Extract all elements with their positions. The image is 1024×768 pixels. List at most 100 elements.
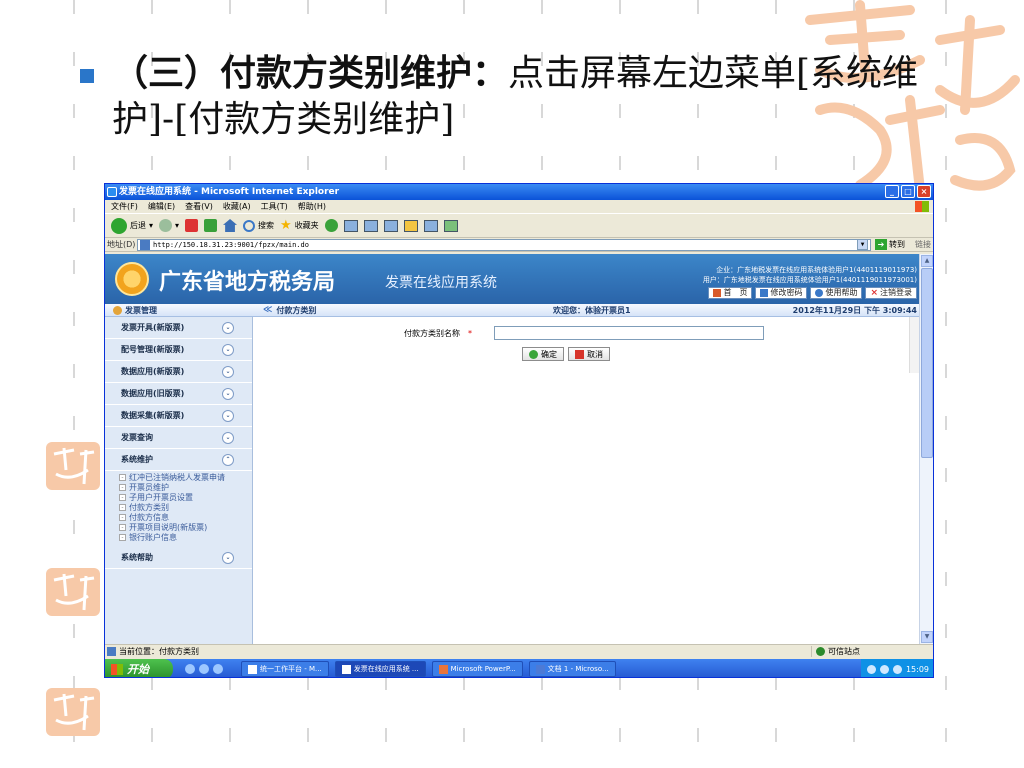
address-dropdown-icon[interactable]: ▼ <box>857 239 868 250</box>
menu-file[interactable]: 文件(F) <box>111 201 138 212</box>
scroll-thumb[interactable] <box>921 268 933 458</box>
system-maintenance-submenu: - 红冲已注销纳税人发票申请 - 开票员维护 - 子用户开票员设置 - 付款方类别 -付… <box>105 471 252 547</box>
links-label[interactable]: 链接 <box>909 239 931 250</box>
menu-group-data-collection[interactable]: 数据采集(新版票) ⌄ <box>105 405 252 427</box>
network-icon[interactable] <box>879 664 889 674</box>
menu-help[interactable]: 帮助(H) <box>298 201 326 212</box>
home-page-button[interactable]: 首 页 <box>708 287 753 299</box>
menu-group-number-allocation[interactable]: 配号管理(新版票) ⌄ <box>105 339 252 361</box>
menu-tools[interactable]: 工具(T) <box>261 201 288 212</box>
collapse-arrow-icon[interactable]: ≪ <box>263 305 272 315</box>
menu-group-system-maintenance[interactable]: 系统维护 ⌃ <box>105 449 252 471</box>
messenger-icon[interactable] <box>443 219 458 232</box>
submenu-item[interactable]: - 子用户开票员设置 <box>119 493 239 503</box>
required-mark: * <box>468 328 472 338</box>
close-button[interactable]: × <box>917 185 931 198</box>
submenu-label: 银行账户信息 <box>129 533 177 542</box>
taskbar-item[interactable]: 文档 1 - Microso... <box>528 661 616 677</box>
system-name: 发票在线应用系统 <box>385 275 497 291</box>
go-arrow-icon: ➔ <box>875 239 887 250</box>
address-input[interactable]: http://150.18.31.23:9001/fpzx/main.do ▼ <box>137 238 871 251</box>
expand-icon: ⌄ <box>222 551 234 564</box>
submenu-item-payer-category[interactable]: - 付款方类别 <box>119 503 239 513</box>
scroll-up-icon[interactable]: ▲ <box>921 255 933 267</box>
maximize-button[interactable]: □ <box>901 185 915 198</box>
window-titlebar[interactable]: 发票在线应用系统 - Microsoft Internet Explorer _… <box>105 184 933 200</box>
print-icon[interactable] <box>363 219 378 232</box>
app-header: 广东省地方税务局 发票在线应用系统 企业：广东地税发票在线应用系统体验用户1(4… <box>105 254 921 304</box>
forward-button[interactable]: ▾ <box>159 219 179 232</box>
calligraphy-seal-small <box>46 568 100 616</box>
cancel-button[interactable]: 取消 <box>568 347 610 361</box>
refresh-icon[interactable] <box>204 219 218 232</box>
research-icon[interactable] <box>423 219 438 232</box>
browser-toolbar: 后退 ▾ ▾ 搜索 ★ 收藏夹 <box>105 213 933 238</box>
start-label: 开始 <box>127 663 149 676</box>
favorites-button[interactable]: ★ 收藏夹 <box>280 219 319 232</box>
menu-view[interactable]: 查看(V) <box>185 201 213 212</box>
search-label: 搜索 <box>258 221 275 230</box>
edit-icon[interactable] <box>383 219 398 232</box>
home-icon[interactable] <box>223 219 238 232</box>
task-label: 统一工作平台 - M... <box>260 665 322 673</box>
confirm-button[interactable]: 确定 <box>522 347 564 361</box>
menu-favorites[interactable]: 收藏(A) <box>223 201 251 212</box>
menu-edit[interactable]: 编辑(E) <box>148 201 175 212</box>
submenu-item[interactable]: - 开票项目说明(新版票) <box>119 523 239 533</box>
item-bullet-icon: - <box>119 514 126 521</box>
submenu-item[interactable]: - 银行账户信息 <box>119 533 239 543</box>
back-button[interactable]: 后退 ▾ <box>111 217 153 234</box>
page-icon <box>140 239 150 250</box>
quick-launch-icon[interactable] <box>185 664 195 674</box>
menu-group-system-help[interactable]: 系统帮助 ⌄ <box>105 547 252 569</box>
bullet-square-icon <box>80 69 94 83</box>
page-scrollbar[interactable]: ▲ ▼ <box>919 254 933 644</box>
quick-launch-icon[interactable] <box>213 664 223 674</box>
item-bullet-icon: - <box>119 484 126 491</box>
submenu-item[interactable]: - 开票员维护 <box>119 483 239 493</box>
volume-icon[interactable] <box>892 664 902 674</box>
item-bullet-icon: - <box>119 534 126 541</box>
scroll-down-icon[interactable]: ▼ <box>921 631 933 643</box>
ie-logo-icon <box>107 187 117 197</box>
minimize-button[interactable]: _ <box>885 185 899 198</box>
page-content: 广东省地方税务局 发票在线应用系统 企业：广东地税发票在线应用系统体验用户1(4… <box>105 254 921 644</box>
go-button[interactable]: ➔ 转到 <box>871 239 909 250</box>
item-bullet-icon: - <box>119 524 126 531</box>
expand-icon: ⌄ <box>222 321 234 334</box>
menu-group-label: 发票开具(新版票) <box>121 323 185 332</box>
folder-icon[interactable] <box>403 219 418 232</box>
payer-category-name-input[interactable] <box>494 326 764 340</box>
help-label: 使用帮助 <box>825 288 858 297</box>
field-label: 付款方类别名称 <box>404 328 460 338</box>
search-button[interactable]: 搜索 <box>243 219 275 232</box>
expand-icon: ⌄ <box>222 365 234 378</box>
keyboard-icon[interactable] <box>866 664 876 674</box>
menu-group-data-old[interactable]: 数据应用(旧版票) ⌄ <box>105 383 252 405</box>
submenu-item[interactable]: - 红冲已注销纳税人发票申请 <box>119 473 239 483</box>
calligraphy-seal-small <box>46 688 100 736</box>
house-icon <box>713 289 722 297</box>
taskbar-item-active[interactable]: 发票在线应用系统 ... <box>334 661 426 677</box>
item-bullet-icon: - <box>119 504 126 511</box>
change-password-button[interactable]: 修改密码 <box>755 287 808 299</box>
start-button[interactable]: 开始 <box>105 659 173 677</box>
heading-bold-part: （三）付款方类别维护： <box>112 52 509 94</box>
menu-group-label: 数据应用(旧版票) <box>121 389 185 398</box>
menu-group-data-new[interactable]: 数据应用(新版票) ⌄ <box>105 361 252 383</box>
mail-icon[interactable] <box>343 219 358 232</box>
logout-button[interactable]: × 注销登录 <box>865 287 917 299</box>
submenu-item[interactable]: - 付款方信息 <box>119 513 239 523</box>
menu-group-invoice-issue[interactable]: 发票开具(新版票) ⌄ <box>105 317 252 339</box>
help-button[interactable]: 使用帮助 <box>810 287 863 299</box>
taskbar-item[interactable]: Microsoft PowerP... <box>431 661 523 677</box>
task-label: 发票在线应用系统 ... <box>353 665 419 673</box>
quick-launch-icon[interactable] <box>199 664 209 674</box>
clock: 15:09 <box>905 664 929 674</box>
task-label: Microsoft PowerP... <box>450 665 516 673</box>
menu-group-invoice-query[interactable]: 发票查询 ⌄ <box>105 427 252 449</box>
taskbar-item[interactable]: 统一工作平台 - M... <box>241 661 329 677</box>
stop-icon[interactable] <box>185 219 199 232</box>
media-icon[interactable] <box>324 219 338 232</box>
search-icon <box>243 219 256 232</box>
